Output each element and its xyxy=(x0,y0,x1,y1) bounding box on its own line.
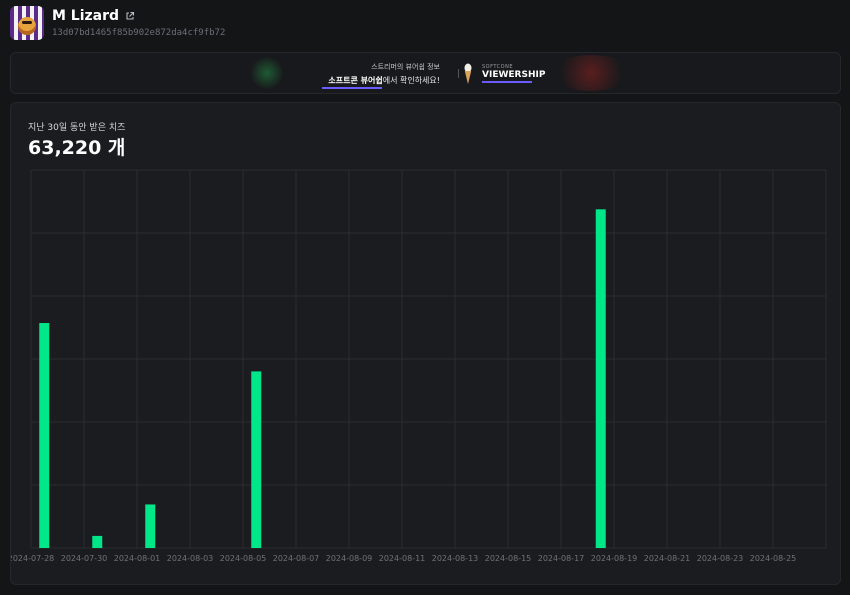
banner-underline xyxy=(322,87,382,89)
cheese-stats-panel: 지난 30일 동안 받은 치즈 63,220 개 2024-07-28 2024-… xyxy=(10,102,841,585)
x-tick-label: 2024-08-13 xyxy=(432,554,479,563)
banner-separator xyxy=(458,69,459,78)
banner-line2: 소프트콘 뷰어쉽에서 확인하세요! xyxy=(316,75,440,86)
channel-avatar[interactable] xyxy=(10,6,44,40)
banner-glow-left xyxy=(249,57,285,89)
cheese-bar-chart: 2024-07-28 2024-07-30 2024-08-01 2024-08-03… xyxy=(11,169,827,563)
x-tick-label: 2024-08-05 xyxy=(220,554,267,563)
chart-bar xyxy=(92,535,103,548)
x-tick-label: 2024-08-03 xyxy=(167,554,214,563)
chart-bar xyxy=(251,371,262,548)
x-tick-label: 2024-07-28 xyxy=(11,554,54,563)
x-tick-label: 2024-08-23 xyxy=(697,554,744,563)
x-tick-label: 2024-08-25 xyxy=(750,554,797,563)
brand-underline xyxy=(482,81,532,83)
avatar-face xyxy=(18,17,36,35)
x-tick-label: 2024-08-01 xyxy=(114,554,161,563)
avatar-eyes xyxy=(22,21,32,24)
viewership-brand: SOFTCONE VIEWERSHIP xyxy=(482,64,545,83)
channel-name[interactable]: M Lizard xyxy=(52,8,119,24)
banner-text: 스트리머의 뷰어쉽 정보 소프트콘 뷰어쉽에서 확인하세요! xyxy=(316,62,440,89)
ice-cream-cone-icon xyxy=(464,63,472,84)
x-tick-label: 2024-08-11 xyxy=(379,554,426,563)
chart-bar xyxy=(39,323,50,548)
x-tick-label: 2024-08-09 xyxy=(326,554,373,563)
banner-line2-bold: 소프트콘 뷰어쉽 xyxy=(328,76,383,85)
banner-glow-right xyxy=(551,55,631,91)
chart-bar xyxy=(595,209,606,548)
channel-id: 13d07bd1465f85b902e872da4cf9fb72 xyxy=(52,28,226,38)
x-tick-label: 2024-08-17 xyxy=(538,554,585,563)
x-tick-label: 2024-08-07 xyxy=(273,554,320,563)
viewership-banner[interactable]: 스트리머의 뷰어쉽 정보 소프트콘 뷰어쉽에서 확인하세요! SOFTCONE … xyxy=(10,52,841,94)
brand-name: VIEWERSHIP xyxy=(482,70,546,80)
x-tick-label: 2024-07-30 xyxy=(61,554,108,563)
x-tick-label: 2024-08-21 xyxy=(644,554,691,563)
chart-bar xyxy=(145,504,156,548)
x-tick-label: 2024-08-15 xyxy=(485,554,532,563)
external-link-icon[interactable] xyxy=(125,11,135,21)
banner-line2-rest: 에서 확인하세요! xyxy=(382,76,440,85)
channel-header: M Lizard 13d07bd1465f85b902e872da4cf9fb7… xyxy=(10,6,830,42)
x-tick-label: 2024-08-19 xyxy=(591,554,638,563)
banner-line1: 스트리머의 뷰어쉽 정보 xyxy=(371,63,440,71)
